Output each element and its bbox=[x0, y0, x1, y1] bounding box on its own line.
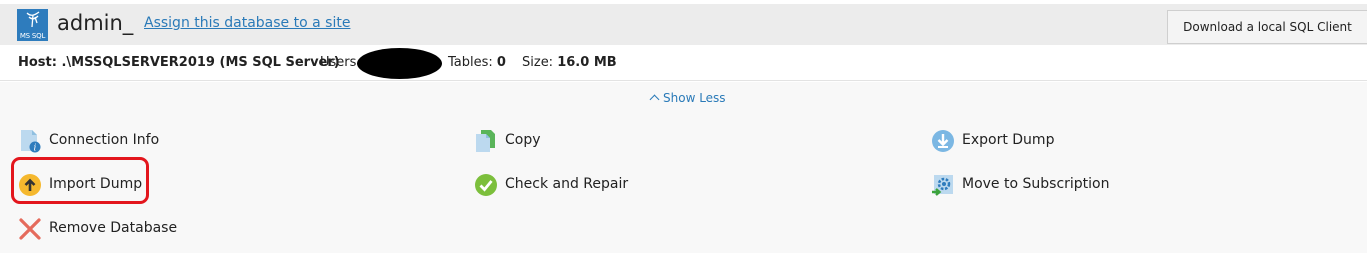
assign-to-site-link[interactable]: Assign this database to a site bbox=[144, 15, 350, 31]
size-info: Size: 16.0 MB bbox=[522, 55, 617, 70]
redaction-mark bbox=[357, 48, 442, 79]
users-label: Users bbox=[320, 55, 357, 70]
show-less-label: Show Less bbox=[663, 91, 726, 105]
export-dump-label: Export Dump bbox=[962, 132, 1055, 148]
import-dump-highlight-annotation bbox=[11, 157, 149, 204]
chevron-up-icon bbox=[649, 94, 660, 105]
download-sql-client-button[interactable]: Download a local SQL Client bbox=[1167, 10, 1367, 44]
mssql-logo-icon: MS SQL bbox=[17, 9, 48, 41]
database-name: admin_ bbox=[57, 11, 134, 35]
tables-info: Tables: 0 bbox=[448, 55, 506, 70]
tools-panel: Show Less bbox=[0, 82, 1367, 253]
database-info-row: Host: .\MSSQLSERVER2019 (MS SQL Server) … bbox=[0, 45, 1367, 81]
tables-value: 0 bbox=[496, 55, 506, 70]
move-subscription-icon bbox=[931, 173, 955, 197]
size-value: 16.0 MB bbox=[557, 55, 617, 70]
size-label: Size: bbox=[522, 55, 554, 70]
database-header: MS SQL admin_ Assign this database to a … bbox=[0, 4, 1367, 45]
logo-text: MS SQL bbox=[19, 32, 46, 40]
tables-label: Tables: bbox=[448, 55, 493, 70]
move-subscription-label: Move to Subscription bbox=[962, 176, 1110, 192]
connection-info-label: Connection Info bbox=[49, 132, 160, 148]
show-less-toggle[interactable]: Show Less bbox=[649, 91, 726, 105]
remove-database-label: Remove Database bbox=[49, 220, 178, 236]
check-repair-label: Check and Repair bbox=[505, 176, 629, 192]
check-icon bbox=[474, 173, 498, 197]
copy-label: Copy bbox=[505, 132, 541, 148]
export-dump-icon bbox=[931, 129, 955, 153]
remove-x-icon bbox=[18, 217, 42, 241]
svg-text:i: i bbox=[34, 144, 37, 154]
copy-icon bbox=[474, 129, 498, 153]
host-info: Host: .\MSSQLSERVER2019 (MS SQL Server) bbox=[18, 55, 340, 70]
connection-info-icon: i bbox=[18, 129, 42, 154]
